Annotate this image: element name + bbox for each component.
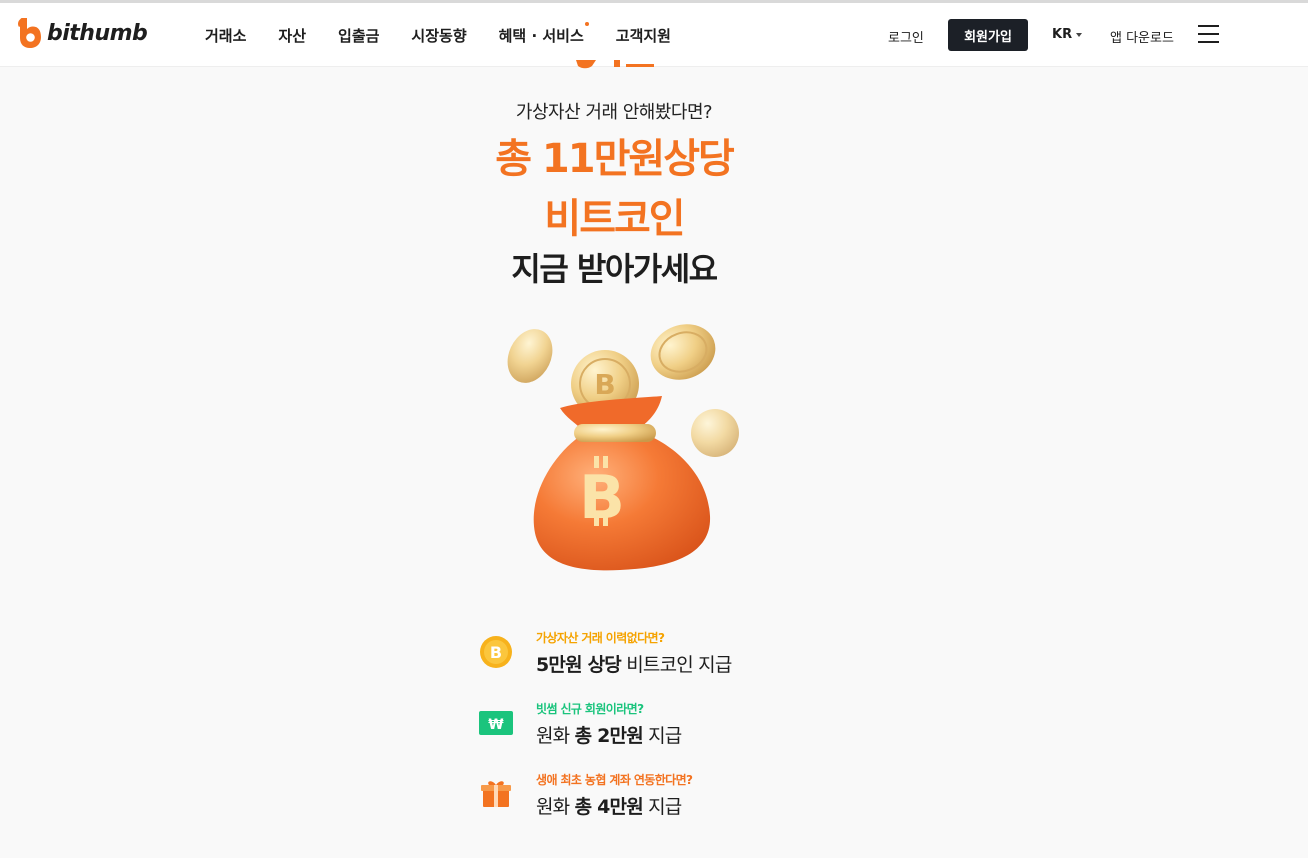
benefit-item-krw-signup: ₩ 빗썸 신규 회원이라면? 원화 총 2만원 지급: [478, 697, 798, 768]
svg-text:B: B: [579, 463, 625, 533]
caret-down-icon: [1076, 32, 1083, 37]
main-nav: 거래소 자산 입출금 시장동향 혜택 · 서비스 고객지원: [205, 3, 703, 67]
promo-hero: 가상자산 거래 안해봤다면? 총 11만원상당 비트코인 지금 받아가세요: [404, 98, 824, 294]
bithumb-logo[interactable]: bithumb: [16, 16, 148, 50]
benefit-tag: 가상자산 거래 이력없다면?: [536, 631, 665, 645]
signup-button[interactable]: 회원가입: [948, 19, 1028, 51]
bithumb-logo-icon: [18, 18, 41, 48]
nav-item-customer-support[interactable]: 고객지원: [616, 25, 671, 46]
benefit-main-text: 5만원 상당 비트코인 지급: [536, 654, 732, 676]
hero-highlight-2: 비트코인: [544, 196, 685, 242]
benefit-tag: 빗썸 신규 회원이라면?: [536, 702, 644, 716]
header-right-menu: 로그인 회원가입 KR 앱 다운로드: [868, 3, 1308, 67]
hero-cta-line: 지금 받아가세요: [511, 250, 718, 288]
benefit-main-text: 원화 총 2만원 지급: [536, 725, 682, 747]
bitcoin-coin-icon: B: [478, 634, 514, 670]
benefit-main-text: 원화 총 4만원 지급: [536, 796, 682, 818]
hero-highlight-1: 총 11만원상당: [495, 136, 735, 182]
new-indicator-dot: [584, 21, 589, 26]
language-label: KR: [1052, 27, 1073, 42]
nav-item-exchange[interactable]: 거래소: [205, 25, 246, 46]
hero-subtitle: 가상자산 거래 안해봤다면?: [515, 102, 713, 123]
scrolled-logo-fragment: [576, 60, 654, 69]
svg-text:₩: ₩: [488, 717, 504, 733]
nav-item-deposit-withdraw[interactable]: 입출금: [338, 25, 379, 46]
logo-text: bithumb: [47, 20, 148, 46]
won-banknote-icon: ₩: [478, 705, 514, 741]
benefit-list: B 가상자산 거래 이력없다면? 5만원 상당 비트코인 지급 ₩ 빗썸 신규 …: [478, 626, 798, 839]
svg-text:B: B: [594, 368, 615, 401]
svg-text:B: B: [490, 643, 502, 662]
language-selector[interactable]: KR: [1052, 27, 1083, 42]
nav-item-market-trends[interactable]: 시장동향: [411, 25, 466, 46]
benefit-item-bitcoin: B 가상자산 거래 이력없다면? 5만원 상당 비트코인 지급: [478, 626, 798, 697]
login-link[interactable]: 로그인: [888, 27, 924, 46]
benefit-item-nh-account: 생애 최초 농협 계좌 연동한다면? 원화 총 4만원 지급: [478, 768, 798, 839]
hamburger-menu-icon[interactable]: [1198, 25, 1219, 43]
site-header: bithumb 거래소 자산 입출금 시장동향 혜택 · 서비스 고객지원 로그…: [0, 3, 1308, 67]
nav-item-assets[interactable]: 자산: [278, 25, 306, 46]
app-download-link[interactable]: 앱 다운로드: [1110, 27, 1174, 46]
gift-box-icon: [478, 776, 514, 812]
benefit-tag: 생애 최초 농협 계좌 연동한다면?: [536, 773, 693, 787]
bitcoin-money-bag-illustration: B B: [507, 324, 739, 571]
nav-item-benefits-services[interactable]: 혜택 · 서비스: [499, 21, 589, 46]
